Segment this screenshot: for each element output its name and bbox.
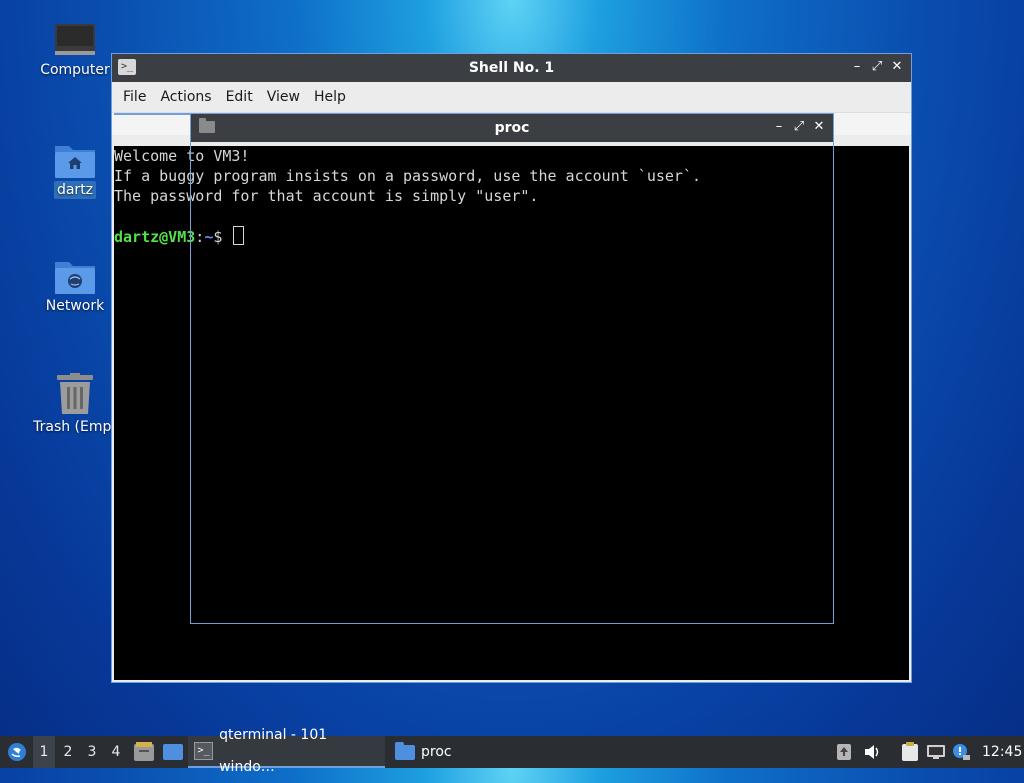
computer-icon (55, 24, 95, 58)
prompt-user: dartz@VM3 (114, 228, 196, 246)
tray-updates[interactable] (833, 736, 855, 768)
volume-icon (865, 745, 879, 759)
workspace-1[interactable]: 1 (33, 736, 55, 768)
show-desktop-button[interactable] (162, 736, 184, 768)
start-menu-button[interactable] (4, 736, 30, 768)
maximize-button[interactable]: ⤢ (869, 59, 885, 75)
tray-volume[interactable] (861, 736, 883, 768)
app-menu-icon (8, 743, 26, 761)
terminal-icon: >_ (194, 742, 214, 760)
proc-window-title: proc (494, 120, 530, 136)
workspace-2[interactable]: 2 (57, 736, 79, 768)
window-title: Shell No. 1 (468, 60, 555, 76)
window-titlebar[interactable]: >_ Shell No. 1 – ⤢ ✕ (112, 54, 911, 82)
folder-icon (395, 741, 415, 760)
network-folder-icon (55, 258, 95, 294)
desktop-icon-label: Network (45, 298, 105, 314)
desktop-icon-label: Trash (Empt (33, 419, 117, 435)
close-button[interactable]: ✕ (811, 119, 827, 135)
menu-file[interactable]: File (116, 89, 153, 105)
taskbar: 1 2 3 4 >_ qterminal - 101 windo… proc 1… (0, 727, 1024, 775)
task-qterminal[interactable]: >_ qterminal - 101 windo… (188, 727, 385, 775)
desktop-icon-label: dartz (53, 181, 97, 199)
workspace-3[interactable]: 3 (81, 736, 103, 768)
task-label: qterminal - 101 windo… (219, 727, 328, 775)
file-manager-icon (134, 742, 154, 761)
tray-clipboard[interactable] (899, 736, 921, 768)
clock[interactable]: 12:45 (982, 736, 1022, 768)
task-proc[interactable]: proc (389, 736, 458, 768)
notification-icon (953, 744, 970, 760)
desktop-icon-network[interactable]: Network (25, 258, 125, 314)
tray-network[interactable] (925, 736, 947, 768)
desktop-icon (163, 744, 183, 760)
menu-actions[interactable]: Actions (153, 89, 218, 105)
menu-help[interactable]: Help (307, 89, 353, 105)
clipboard-icon (902, 742, 918, 761)
desktop-icon-label: Computer (40, 62, 110, 78)
minimize-button[interactable]: – (771, 119, 787, 135)
desktop-icon-home-folder[interactable]: dartz (25, 142, 125, 199)
tray-notifications[interactable] (950, 736, 972, 768)
close-button[interactable]: ✕ (889, 59, 905, 75)
menu-bar: File Actions Edit View Help (112, 82, 911, 112)
network-icon (927, 745, 945, 759)
updates-icon (837, 744, 851, 760)
desktop-icon-trash[interactable]: Trash (Empt (25, 373, 125, 435)
task-label: proc (421, 744, 452, 760)
file-manager-launcher[interactable] (133, 736, 155, 768)
home-folder-icon (55, 142, 95, 178)
maximize-button[interactable]: ⤢ (791, 119, 807, 135)
trash-icon (55, 373, 95, 415)
proc-window-outline[interactable]: proc – ⤢ ✕ (190, 113, 834, 624)
desktop-icon-computer[interactable]: Computer (25, 24, 125, 78)
menu-edit[interactable]: Edit (219, 89, 260, 105)
proc-titlebar[interactable]: proc – ⤢ ✕ (191, 114, 833, 142)
workspace-4[interactable]: 4 (105, 736, 127, 768)
menu-view[interactable]: View (260, 89, 307, 105)
minimize-button[interactable]: – (849, 59, 865, 75)
